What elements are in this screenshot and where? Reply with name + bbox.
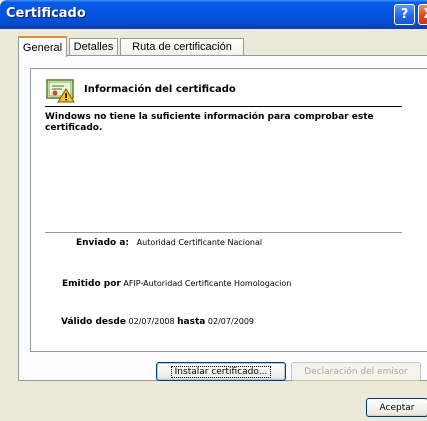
- certificate-dialog: Certificado ? X General Detalles Ruta de…: [0, 0, 427, 421]
- issued-by-row: Emitido por AFIP-Autoridad Certificante …: [62, 279, 291, 289]
- accept-button[interactable]: Aceptar: [366, 398, 427, 417]
- issued-by-value: AFIP-Autoridad Certificante Homologacion: [123, 279, 292, 288]
- help-icon: ?: [400, 7, 409, 22]
- heading-divider: [45, 106, 402, 107]
- validity-row: Válido desde 02/07/2008 hasta 02/07/2009: [61, 317, 254, 327]
- title-bar[interactable]: Certificado ? X: [0, 0, 427, 29]
- certificate-info-box: [30, 68, 427, 352]
- sent-to-row: Enviado a: Autoridad Certificante Nacion…: [76, 238, 262, 248]
- certificate-info-heading: Información del certificado: [84, 84, 236, 95]
- certificate-warning-icon: [46, 79, 75, 103]
- window-title: Certificado: [6, 6, 86, 21]
- sent-to-value: Autoridad Certificante Nacional: [136, 238, 263, 247]
- install-certificate-button[interactable]: Instalar certificado...: [156, 362, 286, 381]
- valid-from-value: 02/07/2008: [128, 317, 175, 326]
- valid-to-label: hasta: [177, 317, 206, 327]
- verification-warning: Windows no tiene la suficiente informaci…: [45, 112, 374, 133]
- close-button[interactable]: X: [418, 4, 427, 25]
- valid-from-label: Válido desde: [61, 317, 126, 327]
- valid-to-value: 02/07/2009: [207, 317, 255, 326]
- install-certificate-label: Instalar certificado...: [170, 365, 272, 378]
- sent-to-label: Enviado a:: [76, 238, 130, 248]
- tab-general[interactable]: General: [18, 36, 67, 57]
- tab-certification-path[interactable]: Ruta de certificación: [120, 38, 244, 55]
- issuer-statement-button[interactable]: Declaración del emisor: [291, 362, 421, 381]
- details-divider: [45, 232, 402, 233]
- close-icon: X: [423, 7, 427, 22]
- tab-detalles[interactable]: Detalles: [69, 38, 118, 55]
- issued-by-label: Emitido por: [62, 279, 121, 289]
- help-button[interactable]: ?: [394, 4, 415, 25]
